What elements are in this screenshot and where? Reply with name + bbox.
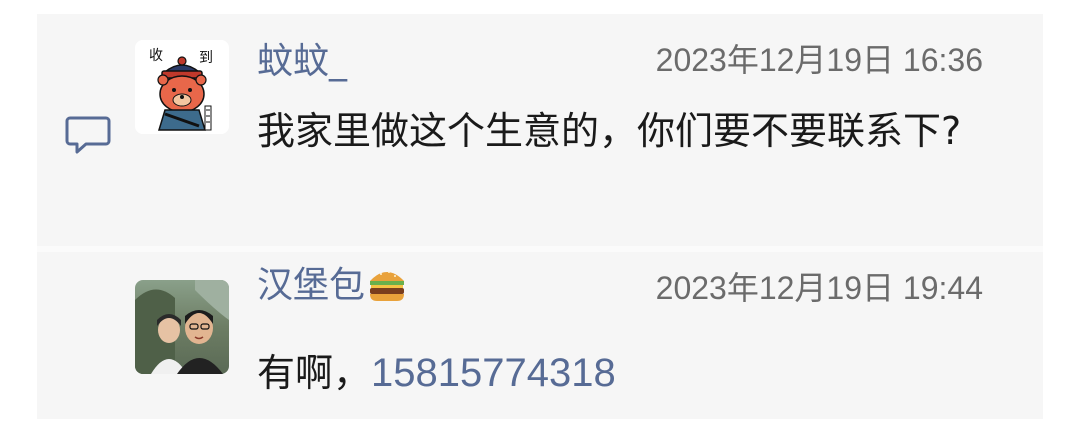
comment-text-prefix: 有啊， bbox=[257, 351, 372, 395]
avatar[interactable]: 收 到 bbox=[135, 40, 229, 134]
two-people-photo-icon bbox=[135, 280, 229, 374]
author-name-text: 汉堡包 bbox=[257, 265, 366, 306]
phone-number-link[interactable]: 15815774318 bbox=[371, 351, 616, 395]
bear-sticker-icon: 收 到 bbox=[135, 40, 229, 134]
comment-item: 汉堡包 2023年12月19日 19:44 有啊，15815774318 bbox=[37, 252, 1043, 419]
avatar-text-right: 到 bbox=[199, 50, 213, 66]
avatar[interactable] bbox=[135, 280, 229, 374]
comment-item: 收 到 蚊蚊_ 2023年12月19日 16:36 我家里做这个生意的，你们要不… bbox=[37, 14, 1043, 246]
avatar-text-left: 收 bbox=[149, 48, 163, 64]
author-name[interactable]: 汉堡包 bbox=[257, 264, 407, 308]
hamburger-emoji-icon bbox=[370, 271, 405, 301]
comment-text: 我家里做这个生意的，你们要不要联系下? bbox=[257, 109, 962, 153]
comment-timestamp: 2023年12月19日 16:36 bbox=[655, 42, 983, 78]
comment-timestamp: 2023年12月19日 19:44 bbox=[655, 270, 983, 306]
comment-text: 有啊，15815774318 bbox=[257, 340, 997, 406]
author-name[interactable]: 蚊蚊_ bbox=[257, 40, 347, 84]
comment-bubble-icon[interactable] bbox=[64, 114, 112, 156]
